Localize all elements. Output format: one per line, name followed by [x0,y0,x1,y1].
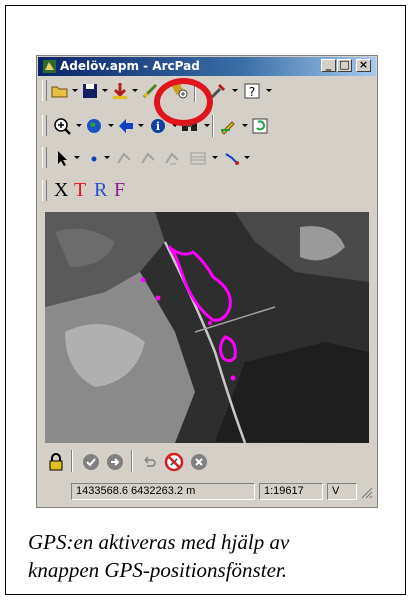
save-icon[interactable] [80,81,100,101]
vertex-icon[interactable] [114,148,134,168]
polyline-dropdown-icon[interactable] [244,156,250,159]
point-icon[interactable] [84,148,104,168]
pointer-icon[interactable] [52,148,72,168]
back-arrow-icon[interactable] [116,116,136,136]
zoom-in-icon[interactable] [52,116,72,136]
gps-position-window-icon[interactable] [170,81,190,101]
pen-icon[interactable] [218,116,238,136]
add-layer-icon[interactable] [110,81,130,101]
tools-dropdown-icon[interactable] [232,89,238,92]
back-dropdown-icon[interactable] [138,124,144,127]
toolbar-separator [212,115,214,137]
zoom-dropdown-icon[interactable] [76,124,82,127]
toolbar-grip[interactable] [42,115,47,136]
minimize-button[interactable]: _ [321,59,336,72]
figure-caption: GPS:en aktiveras med hjälp av knappen GP… [28,528,398,584]
open-folder-icon[interactable] [50,81,70,101]
markup-r-button[interactable]: R [94,179,107,201]
no-gps-icon[interactable] [163,451,185,473]
markup-f-button[interactable]: F [114,179,125,201]
find-icon[interactable] [180,116,200,136]
help-dropdown-icon[interactable] [266,89,272,92]
cancel-icon[interactable] [189,452,209,472]
close-button[interactable]: × [356,59,371,72]
check-icon[interactable] [81,452,101,472]
undo-icon[interactable] [139,452,159,472]
markup-toolbar: X T R F [38,177,376,204]
vertex-add-icon[interactable] [138,148,158,168]
window-title: Adelöv.apm - ArcPad [60,59,200,73]
bottom-toolbar [37,443,377,479]
status-bar: 1433568.6 6432263.2 m 1:19617 V [37,480,377,502]
aerial-photo [45,212,369,443]
lock-icon[interactable] [47,452,65,472]
add-layer-dropdown-icon[interactable] [132,89,138,92]
tools-icon[interactable] [208,81,228,101]
point-dropdown-icon[interactable] [104,156,110,159]
vertex-move-icon[interactable] [162,148,182,168]
arcpad-app-icon [43,60,56,73]
map-view[interactable] [45,212,369,443]
globe-dropdown-icon[interactable] [108,124,114,127]
toolbar-separator [194,80,196,102]
help-icon[interactable]: ? [242,81,262,101]
open-dropdown-icon[interactable] [72,89,78,92]
forward-icon[interactable] [105,452,125,472]
attribute-dropdown-icon[interactable] [212,156,218,159]
caption-line-2: knappen GPS-positionsfönster. [28,558,287,582]
markup-x-button[interactable]: X [54,179,68,201]
refresh-icon[interactable] [250,116,270,136]
markup-t-button[interactable]: T [74,179,86,201]
pointer-dropdown-icon[interactable] [74,156,80,159]
attribute-table-icon[interactable] [188,148,208,168]
coordinates-readout: 1433568.6 6432263.2 m [71,483,255,500]
scale-readout[interactable]: 1:19617 [259,483,323,500]
toolbar-grip[interactable] [42,147,47,168]
caption-line-1: GPS:en aktiveras med hjälp av [28,530,290,554]
identify-dropdown-icon[interactable] [172,124,178,127]
globe-icon[interactable] [84,116,104,136]
status-extra: V [327,483,357,500]
toolbar-separator [71,450,73,472]
pen-dropdown-icon[interactable] [242,124,248,127]
toolbar-separator [131,450,133,472]
main-toolbar: ? [38,77,376,104]
navigation-toolbar: i [38,112,376,139]
identify-icon[interactable]: i [148,116,168,136]
maximize-button[interactable]: □ [337,59,352,72]
edit-toolbar [38,144,376,171]
resize-grip-icon[interactable] [360,486,373,499]
gps-tool-icon[interactable] [140,81,160,101]
svg-text:?: ? [249,85,255,99]
title-bar[interactable]: Adelöv.apm - ArcPad _ □ × [38,57,376,76]
toolbar-grip[interactable] [42,80,47,101]
polyline-icon[interactable] [222,148,242,168]
find-dropdown-icon[interactable] [204,124,210,127]
save-dropdown-icon[interactable] [102,89,108,92]
toolbar-grip[interactable] [42,180,47,201]
svg-text:i: i [156,120,160,133]
